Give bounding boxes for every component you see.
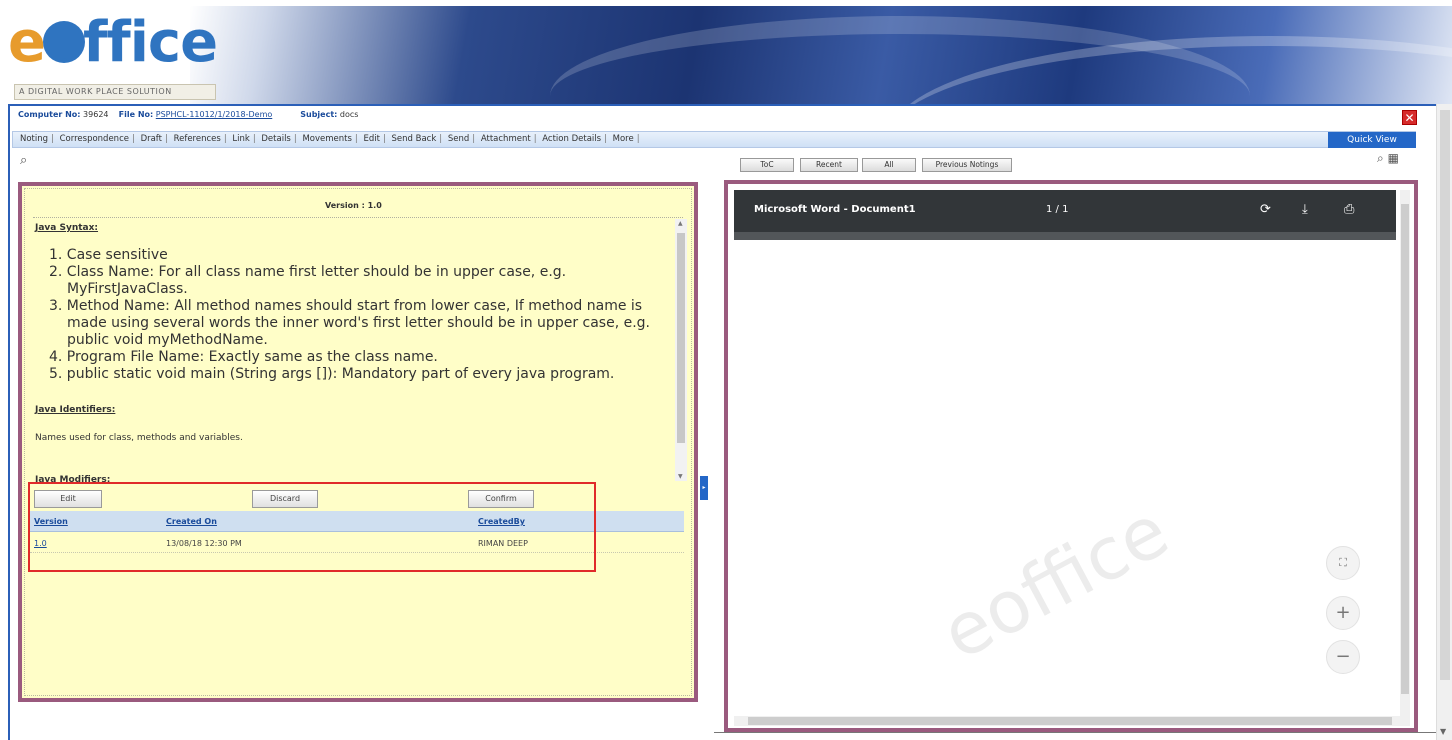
tab-recent[interactable]: Recent: [800, 158, 858, 172]
noting-panel: Version : 1.0 Java Syntax: 1. Case sensi…: [18, 182, 698, 702]
version-header: Version : 1.0: [325, 201, 382, 210]
subject-value: docs: [339, 110, 359, 119]
noting-content: Version : 1.0 Java Syntax: 1. Case sensi…: [24, 188, 692, 696]
menu-send[interactable]: Send: [445, 132, 472, 147]
list-item: 2. Class Name: For all class name first …: [49, 264, 567, 297]
menu-noting[interactable]: Noting: [17, 132, 51, 147]
document-page: eoffice ⛶ + −: [734, 240, 1396, 714]
close-icon[interactable]: ✕: [1402, 110, 1417, 125]
divider: [714, 732, 1436, 733]
noting-scrollbar-thumb[interactable]: [677, 233, 685, 443]
viewer-vertical-scrollbar[interactable]: [1400, 190, 1410, 716]
print-icon[interactable]: ⎙: [1344, 202, 1354, 217]
logo-gear-icon: [42, 21, 85, 63]
eoffice-logo: e ffice: [8, 10, 218, 75]
panel-splitter-toggle[interactable]: ▸: [700, 476, 708, 500]
file-menu-bar: Noting | Correspondence | Draft | Reference…: [12, 131, 1416, 148]
header-banner: e ffice A DIGITAL WORK PLACE SOLUTION: [0, 0, 1452, 104]
file-no-link[interactable]: PSPHCL-11012/1/2018-Demo: [156, 110, 272, 119]
menu-attachment[interactable]: Attachment: [478, 132, 534, 147]
zoom-in-icon[interactable]: +: [1326, 596, 1360, 630]
search-icon[interactable]: ⌕: [20, 153, 27, 168]
grid-view-icon[interactable]: ▦: [1388, 151, 1399, 165]
eoffice-watermark: eoffice: [928, 488, 1182, 676]
tab-toc[interactable]: ToC: [740, 158, 794, 172]
download-icon[interactable]: ⤓: [1302, 202, 1308, 217]
search-icon[interactable]: ⌕: [1377, 151, 1384, 165]
viewer-vscroll-thumb[interactable]: [1401, 204, 1409, 694]
highlight-annotation: [28, 482, 596, 572]
list-item: 1. Case sensitive: [49, 247, 168, 263]
viewer-canvas: eoffice ⛶ + −: [734, 232, 1396, 714]
menu-correspondence[interactable]: Correspondence: [57, 132, 132, 147]
list-item: 5. public static void main (String args …: [49, 366, 615, 382]
zoom-out-icon[interactable]: −: [1326, 640, 1360, 674]
java-identifiers-heading: Java Identifiers:: [35, 405, 116, 415]
viewer-horizontal-scrollbar[interactable]: [734, 716, 1410, 726]
page-scrollbar-thumb[interactable]: [1440, 110, 1450, 680]
scroll-down-arrow-icon[interactable]: ▼: [1440, 727, 1446, 736]
page-scrollbar[interactable]: ▼: [1436, 104, 1452, 740]
subject-label: Subject:: [300, 110, 338, 119]
quick-view-button[interactable]: Quick View: [1328, 132, 1416, 148]
syntax-list: 1. Case sensitive 2. Class Name: For all…: [49, 247, 679, 383]
identifiers-text: Names used for class, methods and variab…: [35, 433, 243, 443]
right-toolbar: ⌕ ▦: [1377, 151, 1399, 166]
scroll-down-arrow-icon[interactable]: ▼: [678, 473, 683, 480]
menu-edit[interactable]: Edit: [360, 132, 382, 147]
tagline: A DIGITAL WORK PLACE SOLUTION: [14, 84, 216, 100]
file-no-label: File No:: [118, 110, 154, 119]
menu-references[interactable]: References: [171, 132, 224, 147]
viewer-toolbar: Microsoft Word - Document1 1 / 1 ⟳ ⤓ ⎙: [734, 190, 1396, 232]
tab-previous-notings[interactable]: Previous Notings: [922, 158, 1012, 172]
viewer-hscroll-thumb[interactable]: [748, 717, 1392, 725]
menu-draft[interactable]: Draft: [138, 132, 165, 147]
menu-movements[interactable]: Movements: [299, 132, 354, 147]
list-item: 4. Program File Name: Exactly same as th…: [49, 349, 438, 365]
eoffice-window: e ffice A DIGITAL WORK PLACE SOLUTION ▼ C…: [0, 0, 1452, 740]
viewer-page-indicator: 1 / 1: [1046, 204, 1069, 215]
document-viewer-panel: Microsoft Word - Document1 1 / 1 ⟳ ⤓ ⎙ e…: [724, 180, 1418, 732]
menu-send-back[interactable]: Send Back: [389, 132, 440, 147]
rotate-icon[interactable]: ⟳: [1260, 202, 1271, 217]
scroll-up-arrow-icon[interactable]: ▲: [678, 220, 683, 227]
menu-more[interactable]: More: [610, 132, 637, 147]
menu-details[interactable]: Details: [258, 132, 293, 147]
viewer-doc-title: Microsoft Word - Document1: [754, 204, 916, 215]
computer-no-value: 39624: [83, 110, 109, 119]
noting-scrollbar[interactable]: ▲ ▼: [675, 219, 687, 481]
banner-artwork: [190, 6, 1452, 104]
list-item: 3. Method Name: All method names should …: [49, 298, 651, 348]
tab-all[interactable]: All: [862, 158, 916, 172]
java-syntax-heading: Java Syntax:: [35, 223, 99, 233]
fit-page-icon[interactable]: ⛶: [1326, 546, 1360, 580]
menu-action-details[interactable]: Action Details: [539, 132, 604, 147]
file-info-row: Computer No: 39624 File No: PSPHCL-11012…: [18, 110, 358, 124]
menu-link[interactable]: Link: [229, 132, 252, 147]
computer-no-label: Computer No:: [18, 110, 81, 119]
